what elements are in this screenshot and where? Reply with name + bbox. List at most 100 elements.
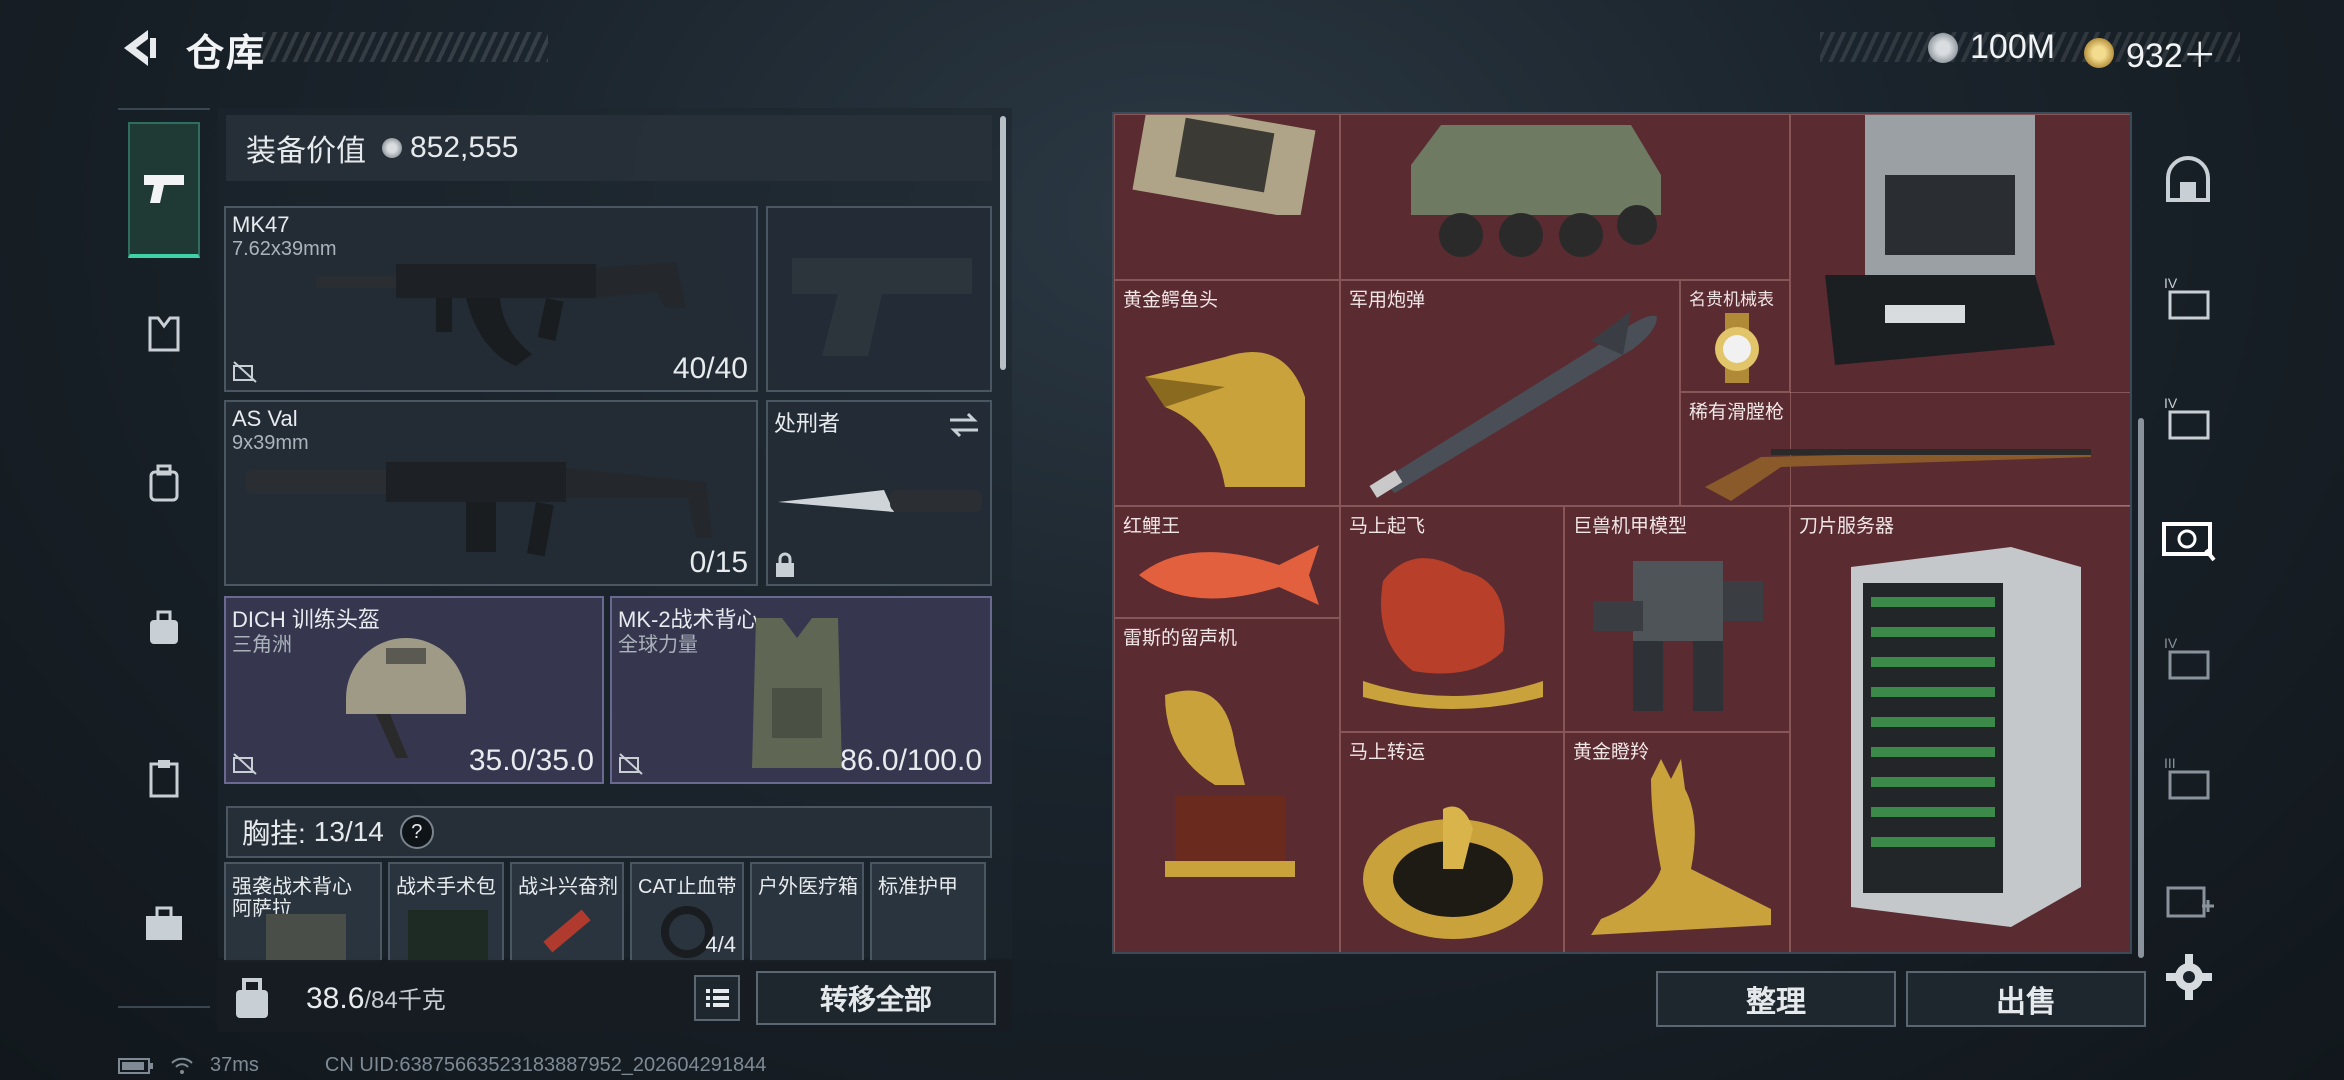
helmet-icon: [346, 638, 466, 758]
list-view-button[interactable]: [694, 975, 740, 1021]
item-name: 稀有滑膛枪: [1689, 402, 1785, 423]
secondary-weapon-slot[interactable]: AS Val 9x39mm 0/15: [224, 400, 758, 586]
bag-icon: [150, 610, 178, 644]
storage-item-red-carp[interactable]: 红鲤王: [1114, 506, 1340, 618]
storage-tab-2[interactable]: IV: [2158, 388, 2218, 448]
gear-icon: [2166, 954, 2212, 1000]
armor-icon: [148, 316, 180, 352]
rifle-icon: [316, 262, 686, 366]
vest-item-assault-vest[interactable]: 强袭战术背心 阿萨拉: [224, 862, 382, 962]
chest-rig-label: 胸挂:: [242, 818, 306, 849]
storage-item-horse-medallion[interactable]: 马上转运: [1340, 732, 1564, 952]
vault-icon: [2166, 156, 2210, 202]
ammo-count: 40/40: [672, 352, 748, 385]
item-name: 马上起飞: [1349, 516, 1426, 537]
storage-item-blade-server[interactable]: 刀片服务器: [1790, 506, 2130, 952]
list-icon: [706, 989, 729, 1007]
storage-item-rare-musket[interactable]: 稀有滑膛枪: [1680, 392, 2130, 506]
knife-icon: [778, 490, 982, 512]
chest-rig-header: 胸挂: 13/14 ?: [226, 806, 992, 858]
sell-button[interactable]: 出售: [1906, 971, 2146, 1027]
add-storage-icon: [2166, 886, 2214, 918]
category-weapons[interactable]: [128, 122, 200, 258]
gold-coin-icon: [2084, 37, 2114, 68]
category-clipboard[interactable]: [128, 742, 200, 814]
blade-server-icon: [1851, 547, 2081, 927]
storage-scrollbar[interactable]: [2138, 418, 2144, 958]
sidearm-slot[interactable]: [766, 206, 992, 392]
svg-text:III: III: [2164, 755, 2176, 771]
ammo-count: 0/15: [689, 546, 748, 579]
category-bag[interactable]: [128, 592, 200, 664]
equipment-value-label: 装备价值: [246, 135, 366, 168]
transfer-all-button[interactable]: 转移全部: [756, 971, 996, 1025]
category-toolbox[interactable]: [128, 888, 200, 960]
silver-coin-icon: [1928, 32, 1958, 63]
vest-item-surgical-kit[interactable]: 战术手术包: [388, 862, 504, 962]
storage-tab-3-active[interactable]: [2158, 508, 2218, 568]
helmet-slot[interactable]: DICH 训练头盔 三角洲 35.0/35.0: [224, 596, 604, 784]
storage-tab-vault[interactable]: [2158, 150, 2218, 210]
gramophone-icon: [1165, 690, 1295, 877]
vest-item-standard-armor[interactable]: 标准护甲: [870, 862, 986, 962]
missile-icon: [1369, 311, 1657, 498]
weapon-name: AS Val: [232, 406, 298, 431]
melee-name: 处刑者: [774, 411, 841, 436]
no-insurance-icon: [619, 753, 643, 775]
silver-coin-icon: [382, 138, 402, 158]
battery-icon: [118, 1057, 153, 1074]
gold-gazelle-icon: [1591, 759, 1771, 935]
storage-item-mech-model[interactable]: 巨兽机甲模型: [1564, 506, 1790, 732]
pistol-icon: [144, 175, 184, 203]
storage-item-flying-horse[interactable]: 马上起飞: [1340, 506, 1564, 732]
user-uid: CN UID:63875663523183887952_202604291844: [324, 1054, 767, 1076]
storage-tab-5[interactable]: III: [2158, 748, 2218, 808]
category-backpack[interactable]: [128, 448, 200, 520]
storage-item-gpu[interactable]: [1114, 114, 1340, 280]
mech-model-icon: [1593, 561, 1763, 711]
storage-tab-1[interactable]: IV: [2158, 268, 2218, 328]
weapon-name: MK47: [232, 212, 290, 237]
help-icon[interactable]: ?: [399, 815, 434, 849]
storage-item-gold-gazelle[interactable]: 黄金瞪羚: [1564, 732, 1790, 952]
title-decoration: [262, 32, 548, 62]
storage-item-gramophone[interactable]: 雷斯的留声机: [1114, 618, 1340, 952]
item-name: 马上转运: [1349, 742, 1426, 763]
carry-weight: 38.6/84千克: [306, 980, 446, 1016]
chest-rig-capacity: 13/14: [313, 816, 384, 847]
melee-slot[interactable]: 处刑者: [766, 400, 992, 586]
item-name: CAT止血带: [638, 876, 737, 898]
currency-silver[interactable]: 100M: [1928, 28, 2055, 67]
vest-item-tourniquet[interactable]: CAT止血带 4/4: [630, 862, 744, 962]
vest-item-medical-box[interactable]: 户外医疗箱: [750, 862, 864, 962]
settings-button[interactable]: [2164, 952, 2214, 1002]
gold-crocodile-head-icon: [1145, 352, 1305, 487]
storage-item-luxury-watch[interactable]: 名贵机械表: [1680, 280, 1790, 392]
primary-weapon-slot[interactable]: MK47 7.62x39mm 40/40: [224, 206, 758, 392]
storage-item-military-shell[interactable]: 军用炮弹: [1340, 280, 1680, 506]
storage-safe-icon: [2162, 522, 2216, 562]
surgical-kit-icon: [408, 910, 488, 960]
storage-item-gold-crocodile[interactable]: 黄金鳄鱼头: [1114, 280, 1340, 506]
wifi-icon: [171, 1057, 193, 1074]
swap-icon[interactable]: [948, 410, 980, 440]
storage-iv-icon-2: IV: [2164, 395, 2210, 440]
storage-item-armored-vehicle[interactable]: [1340, 114, 1790, 280]
toolbox-icon: [146, 906, 182, 940]
category-armor[interactable]: [128, 298, 200, 370]
equipment-value: 852,555: [410, 131, 519, 164]
sort-button[interactable]: 整理: [1656, 971, 1896, 1027]
body-armor-slot[interactable]: MK-2战术背心 全球力量 86.0/100.0: [610, 596, 992, 784]
storage-grid: 黄金鳄鱼头 军用炮弹 名贵机械表 稀有滑膛枪 红鲤王 马上起飞 巨兽机甲模型 刀…: [1112, 112, 2132, 954]
storage-tab-4[interactable]: IV: [2158, 628, 2218, 688]
loadout-scrollbar[interactable]: [1000, 116, 1006, 370]
no-insurance-icon: [233, 753, 257, 775]
currency-gold[interactable]: 932＋: [2084, 28, 2217, 77]
rifle-icon: [246, 462, 712, 557]
back-button[interactable]: [118, 26, 162, 70]
red-carp-icon: [1139, 545, 1319, 605]
item-name: 战术手术包: [396, 876, 496, 898]
storage-tab-add[interactable]: [2158, 868, 2218, 928]
storage-tabs: IV IV IV III: [2148, 108, 2228, 958]
vest-item-stimulant[interactable]: 战斗兴奋剂: [510, 862, 624, 962]
